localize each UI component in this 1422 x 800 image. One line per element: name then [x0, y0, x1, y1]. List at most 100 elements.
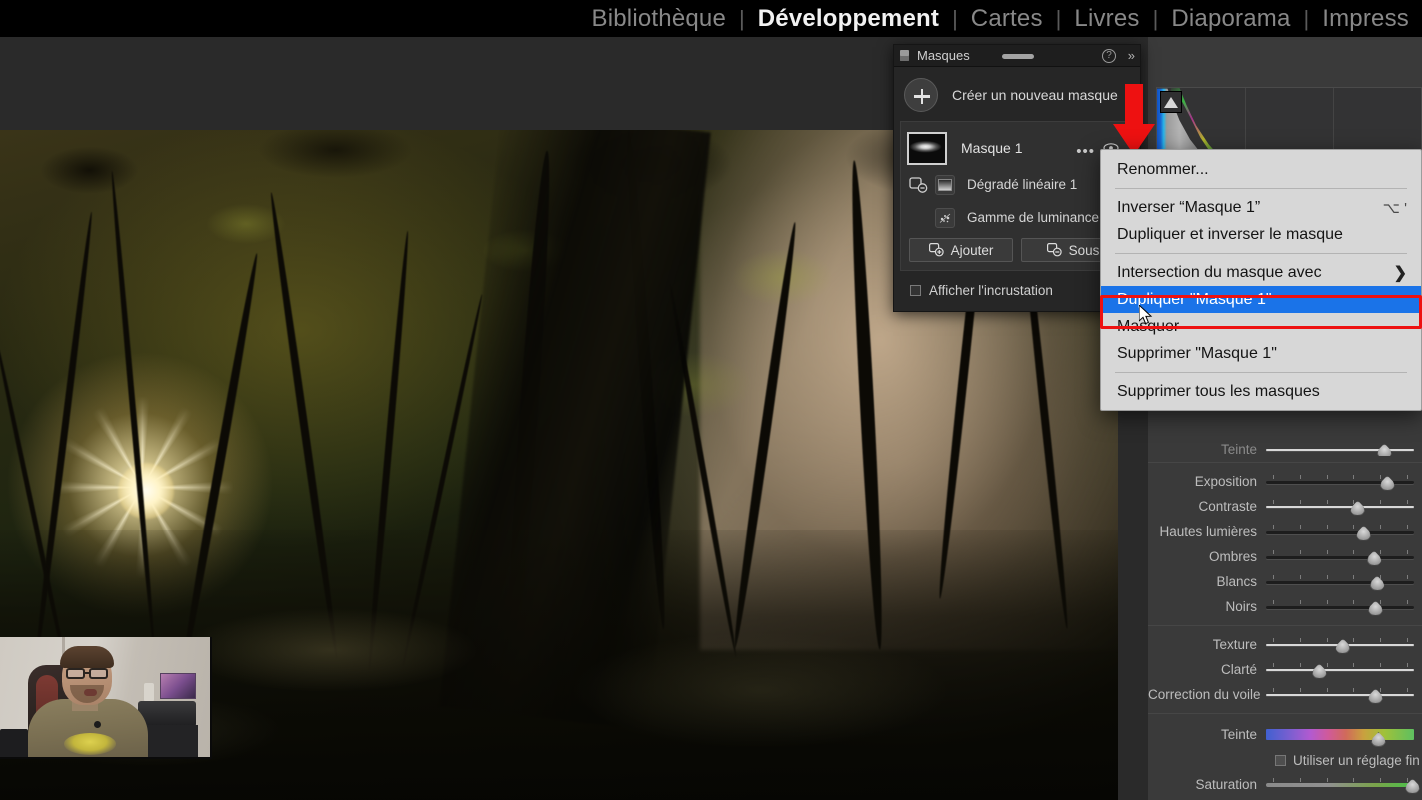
- slider-track[interactable]: [1266, 637, 1414, 654]
- slider-row-saturation[interactable]: Saturation: [1148, 772, 1422, 797]
- shadow-clipping-icon[interactable]: [1160, 91, 1182, 113]
- slider-track[interactable]: [1266, 524, 1414, 541]
- slider-knob[interactable]: [1376, 443, 1392, 456]
- mask-component-label: Dégradé linéaire 1: [967, 177, 1078, 192]
- fine-adjust-checkbox-row[interactable]: Utiliser un réglage fin: [1148, 748, 1422, 772]
- checkbox-icon[interactable]: [910, 284, 921, 296]
- menu-item-label: Inverser “Masque 1”: [1117, 198, 1261, 216]
- panel-drag-handle[interactable]: [1002, 54, 1034, 59]
- masks-panel-title: Masques: [917, 48, 970, 63]
- mask-component-gamme-luminance[interactable]: Gamme de luminance: [907, 201, 1127, 234]
- module-list: Bibliothèque | Développement | Cartes | …: [579, 4, 1422, 34]
- eyeglasses-icon: [89, 668, 108, 679]
- subtract-mode-icon[interactable]: [909, 175, 929, 195]
- mask-more-options-icon[interactable]: •••: [1076, 143, 1095, 160]
- module-livres[interactable]: Livres: [1061, 4, 1152, 34]
- slider-track[interactable]: [1266, 599, 1414, 616]
- slider-row-clarte[interactable]: Clarté: [1148, 657, 1422, 682]
- red-arrow-annotation: [1113, 84, 1155, 155]
- module-developpement[interactable]: Développement: [745, 4, 952, 34]
- create-new-mask-label: Créer un nouveau masque: [952, 87, 1118, 103]
- panel-divider: [1148, 462, 1422, 463]
- module-navigation-bar: Bibliothèque | Développement | Cartes | …: [0, 0, 1422, 37]
- mask-thumbnail[interactable]: [907, 131, 947, 165]
- mask-component-label: Gamme de luminance: [967, 210, 1100, 225]
- slider-track[interactable]: [1266, 474, 1414, 491]
- slider-label: Exposition: [1194, 474, 1257, 489]
- menu-item-label: Supprimer tous les masques: [1117, 382, 1320, 400]
- checkbox-icon[interactable]: [1275, 754, 1286, 766]
- mask-context-menu[interactable]: Renommer... Inverser “Masque 1” ⌥ ' Dupl…: [1100, 149, 1422, 411]
- slider-label: Saturation: [1195, 777, 1257, 792]
- show-overlay-row[interactable]: Afficher l'incrustation: [900, 277, 1134, 303]
- slider-track[interactable]: [1266, 777, 1421, 794]
- slider-track[interactable]: [1266, 727, 1414, 747]
- wall-picture-frame: [160, 673, 196, 699]
- add-mask-button[interactable]: Ajouter: [909, 238, 1013, 262]
- help-icon[interactable]: ?: [1102, 49, 1116, 63]
- slider-row-ombres[interactable]: Ombres: [1148, 544, 1422, 569]
- slider-row-correction-du-voile[interactable]: Correction du voile: [1148, 682, 1422, 707]
- collapse-icon[interactable]: »: [1128, 48, 1135, 63]
- slider-row-blancs[interactable]: Blancs: [1148, 569, 1422, 594]
- slider-row-hautes-lumieres[interactable]: Hautes lumières: [1148, 519, 1422, 544]
- module-diaporama[interactable]: Diaporama: [1158, 4, 1303, 34]
- mouse-cursor: [1139, 305, 1153, 325]
- menu-item-dupliquer-et-inverser[interactable]: Dupliquer et inverser le masque: [1101, 221, 1421, 248]
- lavalier-mic-icon: [94, 721, 101, 728]
- panel-divider: [1148, 713, 1422, 714]
- printer: [138, 701, 196, 727]
- menu-separator: [1115, 372, 1407, 373]
- menu-item-intersection-du-masque[interactable]: Intersection du masque avec ❯: [1101, 259, 1421, 286]
- slider-label: Hautes lumières: [1159, 524, 1257, 539]
- menu-item-shortcut: ⌥ ': [1382, 199, 1407, 217]
- module-cartes[interactable]: Cartes: [958, 4, 1056, 34]
- slider-track[interactable]: [1266, 574, 1414, 591]
- menu-item-label: Renommer...: [1117, 160, 1209, 178]
- module-bibliotheque[interactable]: Bibliothèque: [579, 4, 740, 34]
- create-new-mask-button[interactable]: Créer un nouveau masque: [900, 73, 1134, 117]
- menu-item-inverser-masque[interactable]: Inverser “Masque 1” ⌥ ': [1101, 194, 1421, 221]
- add-mask-label: Ajouter: [950, 242, 994, 258]
- slider-row-teinte-partial[interactable]: Teinte: [1148, 443, 1422, 456]
- luminance-range-icon[interactable]: [935, 207, 955, 228]
- lightroom-develop-screen: Bibliothèque | Développement | Cartes | …: [0, 0, 1422, 800]
- saturation-gradient: [1266, 782, 1414, 787]
- slider-track[interactable]: [1266, 499, 1414, 516]
- subtract-mask-label: Sous: [1068, 242, 1100, 258]
- linear-gradient-icon[interactable]: [935, 174, 955, 195]
- slider-row-exposition[interactable]: Exposition: [1148, 469, 1422, 494]
- subtract-icon: [1046, 243, 1062, 257]
- menu-item-label: Supprimer "Masque 1": [1117, 344, 1277, 362]
- slider-track[interactable]: [1266, 549, 1414, 566]
- slider-label: Contraste: [1198, 499, 1257, 514]
- module-impression[interactable]: Impress: [1309, 4, 1422, 34]
- presenter-webcam-overlay: [0, 637, 212, 759]
- slider-row-contraste[interactable]: Contraste: [1148, 494, 1422, 519]
- menu-item-label: Intersection du masque avec: [1117, 263, 1322, 281]
- menu-separator: [1115, 188, 1407, 189]
- panel-divider: [1148, 625, 1422, 626]
- add-icon: [928, 243, 944, 257]
- slider-label: Blancs: [1216, 574, 1257, 589]
- slider-row-teinte[interactable]: Teinte: [1148, 720, 1422, 748]
- eyeglasses-icon: [66, 668, 85, 679]
- slider-label: Texture: [1212, 637, 1257, 652]
- menu-item-supprimer-masque[interactable]: Supprimer "Masque 1": [1101, 340, 1421, 367]
- slider-label: Ombres: [1208, 549, 1257, 564]
- mask-row-masque-1[interactable]: Masque 1 •••: [907, 128, 1127, 168]
- masks-panel-header[interactable]: Masques ? »: [894, 45, 1140, 67]
- slider-track[interactable]: [1266, 687, 1414, 704]
- menu-item-renommer[interactable]: Renommer...: [1101, 156, 1421, 183]
- plus-icon[interactable]: [904, 78, 938, 112]
- menu-item-supprimer-tous-les-masques[interactable]: Supprimer tous les masques: [1101, 378, 1421, 405]
- slider-row-texture[interactable]: Texture: [1148, 632, 1422, 657]
- mask-card[interactable]: Masque 1 ••• Dégradé linéaire 1 Gamme de…: [900, 121, 1134, 271]
- slider-row-noirs[interactable]: Noirs: [1148, 594, 1422, 619]
- mask-name[interactable]: Masque 1: [961, 140, 1022, 156]
- show-overlay-label: Afficher l'incrustation: [929, 282, 1053, 298]
- mask-component-degrade-lineaire[interactable]: Dégradé linéaire 1: [907, 168, 1127, 201]
- slider-track[interactable]: [1266, 443, 1414, 456]
- slider-label: Correction du voile: [1148, 687, 1261, 702]
- slider-track[interactable]: [1266, 662, 1414, 679]
